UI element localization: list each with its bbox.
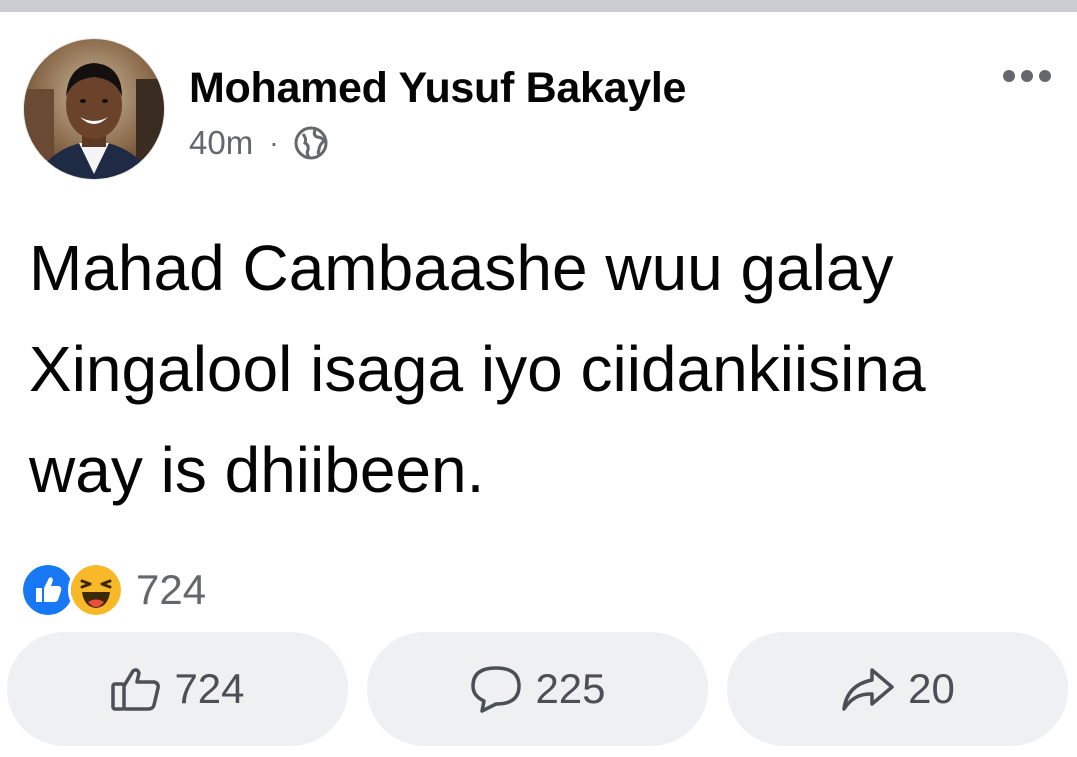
comment-count: 225 <box>535 665 606 712</box>
globe-icon <box>294 126 328 160</box>
post-text-line: way is dhiibeen. <box>29 434 485 506</box>
post-timestamp[interactable]: 40m <box>189 124 253 162</box>
comment-icon <box>471 666 522 713</box>
thumbs-up-icon <box>111 668 161 711</box>
post-meta: 40m · <box>189 121 329 165</box>
reaction-count: 724 <box>136 566 207 613</box>
more-options-icon[interactable] <box>1003 70 1051 82</box>
post-text-line: Mahad Cambaashe wuu galay <box>29 232 894 304</box>
meta-separator: · <box>269 127 279 158</box>
more-dot <box>1039 70 1051 82</box>
post-text-line: Xingalool isaga iyo ciidankiisina <box>29 333 926 405</box>
comment-button[interactable]: 225 <box>367 632 708 746</box>
share-count: 20 <box>908 665 955 712</box>
haha-reaction-icon <box>68 562 124 618</box>
top-divider-bar <box>0 0 1077 12</box>
like-button[interactable]: 724 <box>7 632 348 746</box>
share-button[interactable]: 20 <box>727 632 1068 746</box>
avatar[interactable] <box>24 39 164 179</box>
share-icon <box>842 668 894 711</box>
avatar-image <box>24 39 164 179</box>
author-name[interactable]: Mohamed Yusuf Bakayle <box>189 64 686 113</box>
reaction-summary[interactable]: 724 <box>20 562 207 618</box>
like-count: 724 <box>174 665 245 712</box>
more-dot <box>1003 70 1015 82</box>
more-dot <box>1021 70 1033 82</box>
post-text: Mahad Cambaashe wuu galay Xingalool isag… <box>29 218 1059 521</box>
